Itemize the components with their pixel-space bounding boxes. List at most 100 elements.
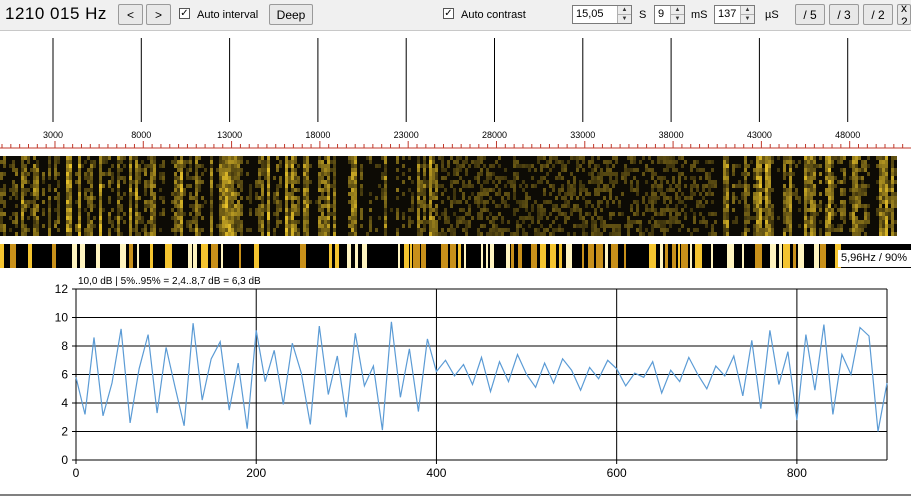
waterfall-cell xyxy=(726,220,729,224)
waterfall-cell xyxy=(525,192,528,196)
waterfall-cell xyxy=(711,160,714,164)
waterfall-cell xyxy=(627,168,630,172)
waterfall-cell xyxy=(609,168,612,172)
waterfall-cell xyxy=(768,216,771,220)
waterfall-cell xyxy=(210,164,213,168)
ms-spinner[interactable]: 9 ▲ ▼ xyxy=(654,5,685,24)
up-arrow-icon[interactable]: ▲ xyxy=(741,6,754,15)
waterfall-cell xyxy=(543,200,546,204)
waterfall-cell xyxy=(87,200,90,204)
waterfall-cell xyxy=(615,156,618,160)
waterfall-cell xyxy=(36,184,39,188)
waterfall-cell xyxy=(180,160,183,164)
multiply-2-button[interactable]: x 2 xyxy=(897,4,911,25)
waterfall-cell xyxy=(852,224,855,228)
waterfall-cell xyxy=(612,224,615,228)
waterfall-cell xyxy=(756,168,759,172)
down-arrow-icon[interactable]: ▼ xyxy=(671,15,684,23)
waterfall-cell xyxy=(561,196,564,200)
waterfall-cell xyxy=(222,168,225,172)
waterfall-cell xyxy=(237,216,240,220)
waterfall-cell xyxy=(255,212,258,216)
waterfall-cell xyxy=(609,188,612,192)
waterfall-display[interactable] xyxy=(0,156,911,242)
waterfall-cell xyxy=(798,160,801,164)
waterfall-cell xyxy=(384,168,387,172)
waterfall-cell xyxy=(111,220,114,224)
waterfall-cell xyxy=(435,176,438,180)
waterfall-cell xyxy=(609,216,612,220)
waterfall-cell xyxy=(21,164,24,168)
waterfall-cell xyxy=(834,156,837,160)
waterfall-cell xyxy=(285,228,288,232)
waterfall-cell xyxy=(258,160,261,164)
waterfall-cell xyxy=(843,176,846,180)
waterfall-cell xyxy=(684,160,687,164)
waterfall-cell xyxy=(498,156,501,160)
waterfall-cell xyxy=(93,216,96,220)
waterfall-cell xyxy=(36,176,39,180)
waterfall-cell xyxy=(327,208,330,212)
up-arrow-icon[interactable]: ▲ xyxy=(671,6,684,15)
waterfall-cell xyxy=(591,176,594,180)
waterfall-cell xyxy=(549,156,552,160)
up-arrow-icon[interactable]: ▲ xyxy=(618,6,631,15)
waterfall-cell xyxy=(516,224,519,228)
waterfall-cell xyxy=(840,192,843,196)
waterfall-cell xyxy=(195,184,198,188)
deep-button[interactable]: Deep xyxy=(269,4,313,25)
auto-interval-checkbox[interactable]: ✓ xyxy=(179,8,190,19)
waterfall-cell xyxy=(660,212,663,216)
waterfall-cell xyxy=(477,160,480,164)
waterfall-cell xyxy=(597,156,600,160)
seconds-spinner[interactable]: 15,05 ▲ ▼ xyxy=(572,5,632,24)
waterfall-cell xyxy=(840,156,843,160)
divide-3-button[interactable]: / 3 xyxy=(829,4,859,25)
waterfall-cell xyxy=(258,208,261,212)
waterfall-cell xyxy=(759,176,762,180)
waterfall-cell xyxy=(228,212,231,216)
waterfall-cell xyxy=(384,224,387,228)
waterfall-cell xyxy=(369,156,372,160)
waterfall-cell xyxy=(234,216,237,220)
waterfall-cell xyxy=(279,184,282,188)
waterfall-cell xyxy=(891,232,894,236)
waterfall-cell xyxy=(837,156,840,160)
waterfall-cell xyxy=(219,204,222,208)
auto-contrast-checkbox[interactable]: ✓ xyxy=(443,8,454,19)
waterfall-cell xyxy=(612,212,615,216)
down-arrow-icon[interactable]: ▼ xyxy=(618,15,631,23)
waterfall-cell xyxy=(429,156,432,160)
waterfall-cell xyxy=(864,160,867,164)
ms-spinner-arrows[interactable]: ▲ ▼ xyxy=(670,6,684,23)
waterfall-cell xyxy=(297,208,300,212)
waterfall-cell xyxy=(42,176,45,180)
us-spinner-arrows[interactable]: ▲ ▼ xyxy=(740,6,754,23)
waterfall-cell xyxy=(600,200,603,204)
waterfall-cell xyxy=(531,216,534,220)
waterfall-cell xyxy=(171,228,174,232)
us-spinner[interactable]: 137 ▲ ▼ xyxy=(714,5,755,24)
spectrum-bar-stripe xyxy=(566,244,572,268)
divide-5-button[interactable]: / 5 xyxy=(795,4,825,25)
waterfall-cell xyxy=(585,232,588,236)
next-button[interactable]: > xyxy=(146,4,171,25)
waterfall-cell xyxy=(789,196,792,200)
seconds-spinner-arrows[interactable]: ▲ ▼ xyxy=(617,6,631,23)
waterfall-cell xyxy=(579,208,582,212)
divide-2-button[interactable]: / 2 xyxy=(863,4,893,25)
waterfall-cell xyxy=(525,164,528,168)
waterfall-cell xyxy=(654,192,657,196)
waterfall-cell xyxy=(267,188,270,192)
spectrum-bar-stripe xyxy=(347,244,351,268)
waterfall-cell xyxy=(759,192,762,196)
spectrum-bar-stripe xyxy=(355,244,358,268)
waterfall-cell xyxy=(324,184,327,188)
waterfall-cell xyxy=(462,160,465,164)
down-arrow-icon[interactable]: ▼ xyxy=(741,15,754,23)
waterfall-cell xyxy=(444,188,447,192)
waterfall-cell xyxy=(237,176,240,180)
waterfall-cell xyxy=(450,156,453,160)
prev-button[interactable]: < xyxy=(118,4,143,25)
waterfall-cell xyxy=(3,156,6,160)
